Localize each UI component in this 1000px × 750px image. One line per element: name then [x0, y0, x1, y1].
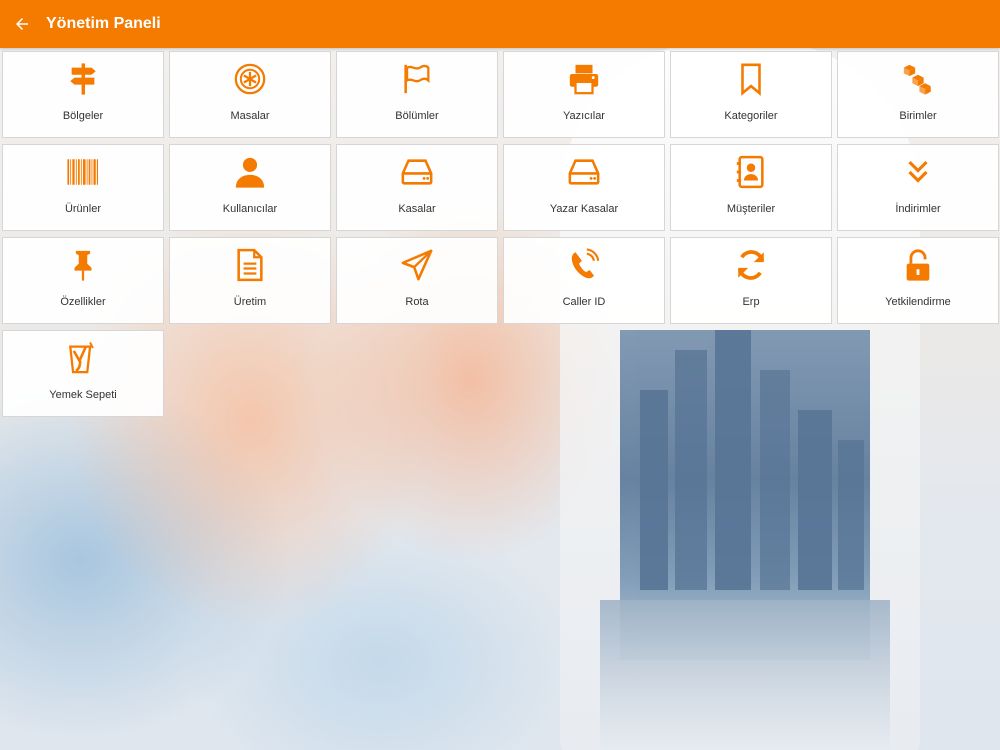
tile-label: İndirimler	[895, 203, 941, 215]
tile-label: Özellikler	[60, 296, 106, 308]
tile-ozellikler[interactable]: Özellikler	[2, 237, 164, 324]
phone-ringing-icon	[566, 247, 602, 283]
tile-birimler[interactable]: Birimler	[837, 51, 999, 138]
tile-label: Bölgeler	[62, 110, 104, 122]
tile-label: Birimler	[899, 110, 937, 122]
tile-kullanicilar[interactable]: Kullanıcılar	[169, 144, 331, 231]
tile-label: Rota	[405, 296, 429, 308]
tile-label: Masalar	[230, 110, 270, 122]
printer-icon	[566, 61, 602, 97]
tile-label: Yazıcılar	[563, 110, 605, 122]
tile-label: Yemek Sepeti	[49, 389, 117, 401]
tile-label: Müşteriler	[726, 203, 776, 215]
back-button[interactable]	[0, 0, 44, 48]
drive-icon	[566, 154, 602, 190]
tile-yetkilendirme[interactable]: Yetkilendirme	[837, 237, 999, 324]
tile-yazicilar[interactable]: Yazıcılar	[503, 51, 665, 138]
tile-uretim[interactable]: Üretim	[169, 237, 331, 324]
paper-plane-icon	[399, 247, 435, 283]
tile-yemek-sepeti[interactable]: Yemek Sepeti	[2, 330, 164, 417]
yemeksepeti-logo-icon	[65, 340, 101, 376]
flag-icon	[399, 61, 435, 97]
document-icon	[232, 247, 268, 283]
tile-yazar-kasalar[interactable]: Yazar Kasalar	[503, 144, 665, 231]
signpost-icon	[65, 61, 101, 97]
background-water	[600, 600, 890, 750]
drive-icon	[399, 154, 435, 190]
tile-caller-id[interactable]: Caller ID	[503, 237, 665, 324]
page-title: Yönetim Paneli	[46, 15, 161, 32]
tile-label: Kasalar	[398, 203, 436, 215]
unlock-icon	[900, 247, 936, 283]
tile-label: Yetkilendirme	[885, 296, 951, 308]
tile-label: Kullanıcılar	[222, 203, 278, 215]
bookmark-icon	[733, 61, 769, 97]
tile-masalar[interactable]: Masalar	[169, 51, 331, 138]
contacts-book-icon	[733, 154, 769, 190]
double-chevron-down-icon	[900, 154, 936, 190]
tile-bolumler[interactable]: Bölümler	[336, 51, 498, 138]
top-app-bar: Yönetim Paneli	[0, 0, 1000, 48]
pushpin-icon	[65, 247, 101, 283]
user-icon	[232, 154, 268, 190]
table-medallion-icon	[232, 61, 268, 97]
barcode-icon	[65, 154, 101, 190]
tile-label: Bölümler	[395, 110, 439, 122]
tile-label: Yazar Kasalar	[549, 203, 619, 215]
tile-label: Ürünler	[64, 203, 102, 215]
tile-label: Kategoriler	[724, 110, 778, 122]
tile-indirimler[interactable]: İndirimler	[837, 144, 999, 231]
tile-rota[interactable]: Rota	[336, 237, 498, 324]
menu-grid: Bölgeler Masalar Bölümler Yazıcılar Kategori…	[2, 51, 999, 417]
tile-kasalar[interactable]: Kasalar	[336, 144, 498, 231]
tile-urunler[interactable]: Ürünler	[2, 144, 164, 231]
tile-label: Caller ID	[562, 296, 606, 308]
tile-bolgeler[interactable]: Bölgeler	[2, 51, 164, 138]
tile-label: Erp	[742, 296, 760, 308]
boxes-icon	[900, 61, 936, 97]
tile-kategoriler[interactable]: Kategoriler	[670, 51, 832, 138]
tile-musteriler[interactable]: Müşteriler	[670, 144, 832, 231]
tile-label: Üretim	[233, 296, 267, 308]
arrow-left-icon	[16, 18, 28, 30]
tile-erp[interactable]: Erp	[670, 237, 832, 324]
sync-icon	[733, 247, 769, 283]
